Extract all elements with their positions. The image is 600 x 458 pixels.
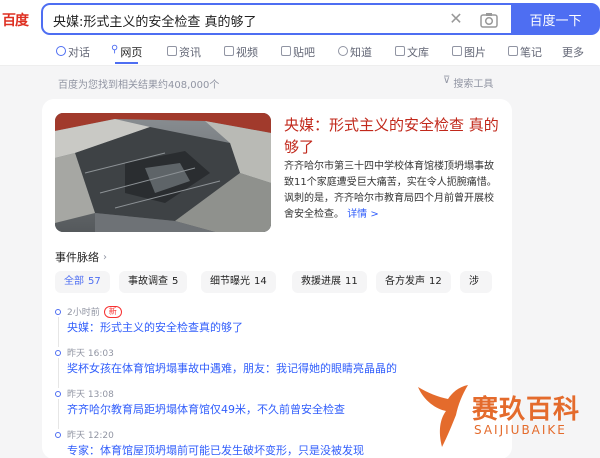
- news-photo[interactable]: [55, 113, 271, 232]
- camera-icon[interactable]: [479, 10, 499, 30]
- chip-all[interactable]: 全部 57: [55, 271, 110, 293]
- detail-link[interactable]: 详情 >: [347, 209, 379, 220]
- event-time: 2小时前: [67, 308, 100, 318]
- event-time: 昨天 12:20: [67, 431, 114, 441]
- tab-wenku[interactable]: 文库: [395, 44, 429, 66]
- chip-rescue-progress[interactable]: 救援进展 11: [292, 271, 367, 293]
- event-title[interactable]: 奖杯女孩在体育馆坍塌事故中遇难，朋友：我记得她的眼睛亮晶晶的: [67, 360, 397, 376]
- timeline-line: [58, 317, 59, 347]
- tab-notes[interactable]: 笔记: [508, 44, 542, 66]
- timeline-event: 2小时前新 央媒：形式主义的安全检查真的够了: [55, 305, 505, 347]
- timeline-title[interactable]: 事件脉络 ›: [55, 249, 107, 265]
- search-button[interactable]: 百度一下: [511, 3, 600, 35]
- news-icon: [167, 46, 177, 56]
- chip-accident-investigation[interactable]: 事故调查 5: [119, 271, 188, 293]
- search-tools[interactable]: ⊽ 搜索工具: [443, 75, 493, 90]
- news-summary: 齐齐哈尔市第三十四中学校体育馆楼顶坍塌事故致11个家庭遭受巨大痛苦，实在令人扼腕…: [284, 159, 502, 223]
- chip-statements[interactable]: 各方发声 12: [376, 271, 451, 293]
- timeline-line: [58, 358, 59, 388]
- event-time: 昨天 16:03: [67, 349, 114, 359]
- timeline-dot: [55, 432, 61, 438]
- event-time: 昨天 13:08: [67, 390, 114, 400]
- timeline-event: 昨天 16:03 奖杯女孩在体育馆坍塌事故中遇难，朋友：我记得她的眼睛亮晶晶的: [55, 346, 505, 388]
- top-bar: 百度 ✕ 百度一下: [0, 0, 600, 38]
- tab-web[interactable]: ⚲ 网页: [111, 44, 142, 66]
- chat-icon: [56, 46, 66, 56]
- watermark: 赛玖百科 SAIJIUBAIKE: [414, 383, 600, 453]
- note-icon: [508, 46, 518, 56]
- event-title[interactable]: 专家：体育馆屋顶坍塌前可能已发生破坏变形，只是没被发现: [67, 442, 364, 458]
- watermark-text: 赛玖百科: [472, 395, 581, 425]
- search-input[interactable]: [53, 10, 433, 30]
- tieba-icon: [281, 46, 291, 56]
- tab-zhidao[interactable]: 知道: [338, 44, 372, 66]
- tab-more[interactable]: 更多: [562, 44, 584, 66]
- whale-tail-logo: [418, 385, 468, 447]
- tab-chat[interactable]: 对话: [56, 44, 90, 66]
- chip-overflow[interactable]: 涉: [460, 271, 492, 293]
- timeline-line: [58, 399, 59, 429]
- tab-tieba[interactable]: 贴吧: [281, 44, 315, 66]
- timeline-dot: [55, 309, 61, 315]
- timeline-dot: [55, 350, 61, 356]
- news-headline[interactable]: 央媒：形式主义的安全检查 真的够了: [284, 114, 504, 158]
- chip-details-revealed[interactable]: 细节曝光 14: [201, 271, 276, 293]
- result-count: 百度为您找到相关结果约408,000个: [58, 80, 220, 91]
- clear-icon[interactable]: ✕: [446, 8, 466, 30]
- timeline-filter-chips: 全部 57 事故调查 5 细节曝光 14 救援进展 11 各方发声 12 涉: [55, 271, 500, 295]
- event-title[interactable]: 齐齐哈尔教育局距坍塌体育馆仅49米，不久前曾安全检查: [67, 401, 345, 417]
- search-tabs: 对话 ⚲ 网页 资讯 视频 贴吧 知道 文库 图片 笔记 更多: [0, 38, 600, 66]
- summary-text: 齐齐哈尔市第三十四中学校体育馆楼顶坍塌事故致11个家庭遭受巨大痛苦，实在令人扼腕…: [284, 161, 497, 220]
- tab-news[interactable]: 资讯: [167, 44, 201, 66]
- timeline-dot: [55, 391, 61, 397]
- document-icon: [395, 46, 405, 56]
- new-badge: 新: [103, 305, 122, 318]
- baidu-logo[interactable]: 百度: [2, 10, 29, 30]
- image-icon: [452, 46, 462, 56]
- question-icon: [338, 46, 348, 56]
- tab-images[interactable]: 图片: [452, 44, 486, 66]
- watermark-subtext: SAIJIUBAIKE: [474, 423, 567, 437]
- filter-icon: ⊽: [443, 75, 451, 86]
- video-icon: [224, 46, 234, 56]
- event-title[interactable]: 央媒：形式主义的安全检查真的够了: [67, 319, 243, 335]
- chevron-right-icon: ›: [103, 251, 107, 263]
- search-box: ✕: [41, 3, 513, 35]
- tab-video[interactable]: 视频: [224, 44, 258, 66]
- search-icon: ⚲: [111, 44, 119, 55]
